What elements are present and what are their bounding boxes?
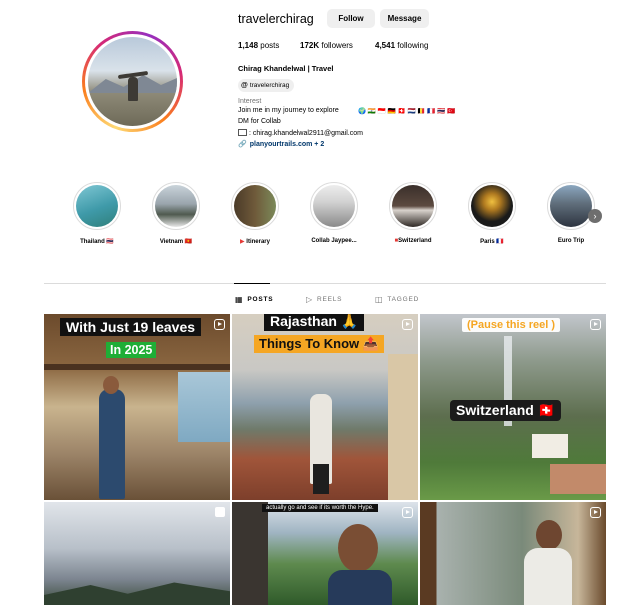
profile-username: travelerchirag: [238, 12, 314, 26]
tagged-icon: ◫: [375, 295, 384, 304]
reel-icon: [214, 319, 225, 330]
reel-icon: [402, 319, 413, 330]
post-caption: Rajasthan 🙏: [264, 314, 365, 331]
follow-button[interactable]: Follow: [327, 9, 375, 28]
post-tile[interactable]: (Pause this reel ) Switzerland 🇨🇭: [420, 314, 606, 500]
post-tile[interactable]: [420, 502, 606, 605]
post-tile[interactable]: [44, 502, 230, 605]
highlight-label: ▶ Itinerary: [240, 239, 270, 245]
post-tile[interactable]: Rajasthan 🙏 Things To Know 📤: [232, 314, 418, 500]
threads-handle: travelerchirag: [249, 82, 290, 89]
following-count[interactable]: 4,541 following: [375, 41, 428, 50]
post-caption: In 2025: [106, 342, 157, 358]
post-tile[interactable]: actually go and see if its worth the Hyp…: [232, 502, 418, 605]
tab-tagged[interactable]: ◫ TAGGED: [375, 295, 419, 304]
post-caption: actually go and see if its worth the Hyp…: [262, 504, 378, 512]
mail-icon: [238, 129, 247, 136]
reels-icon: ▷: [306, 295, 313, 304]
reel-icon: [590, 319, 601, 330]
followers-count[interactable]: 172K followers: [300, 41, 353, 50]
bio-line-2: DM for Collab: [238, 118, 281, 125]
highlight-switzerland[interactable]: ■Switzerland: [378, 182, 448, 244]
link-icon: 🔗: [238, 141, 247, 148]
bio-line-1: Join me in my journey to explore: [238, 107, 339, 114]
highlight-thailand[interactable]: Thailand 🇹🇭: [62, 182, 132, 245]
post-tile[interactable]: With Just 19 leaves In 2025: [44, 314, 230, 500]
highlight-paris[interactable]: Paris 🇫🇷: [457, 182, 527, 245]
profile-avatar[interactable]: [82, 31, 183, 132]
post-caption: Switzerland 🇨🇭: [450, 400, 562, 421]
highlight-label: Thailand 🇹🇭: [80, 239, 114, 245]
threads-badge[interactable]: @ travelerchirag: [238, 79, 295, 92]
highlight-label: Euro Trip: [557, 238, 585, 244]
avatar-border: [85, 34, 180, 129]
tabs-divider: [44, 283, 606, 284]
bio-email: : chirag.khandelwal2911@gmail.com: [238, 129, 363, 137]
profile-category: Interest: [238, 98, 262, 105]
tab-active-indicator: [234, 283, 270, 284]
highlight-label: Vietnam 🇻🇳: [159, 239, 193, 245]
post-caption: (Pause this reel ): [462, 318, 561, 332]
highlight-vietnam[interactable]: Vietnam 🇻🇳: [141, 182, 211, 245]
post-caption: Things To Know 📤: [254, 335, 384, 353]
grid-icon: ▦: [235, 295, 244, 304]
tab-reels[interactable]: ▷ REELS: [306, 295, 342, 304]
profile-link[interactable]: 🔗 planyourtrails.com + 2: [238, 140, 325, 149]
bio-flags: 🌍 🇮🇳 🇮🇩 🇩🇪 🇨🇭 🇳🇱 🇧🇪 🇫🇷 🇹🇭 🇹🇷: [358, 108, 456, 115]
chevron-right-icon[interactable]: ›: [588, 209, 602, 223]
message-button[interactable]: Message: [380, 9, 429, 28]
reel-icon: [590, 507, 601, 518]
highlight-label: Paris 🇫🇷: [480, 239, 504, 245]
highlight-label: ■Switzerland: [394, 238, 432, 244]
highlight-label: Collab Jaypee...: [311, 238, 357, 244]
highlight-itinerary[interactable]: ▶ Itinerary: [220, 182, 290, 245]
posts-count: 1,148 posts: [238, 41, 280, 50]
carousel-icon: [215, 507, 225, 517]
profile-full-name: Chirag Khandelwal | Travel: [238, 64, 334, 73]
post-caption: With Just 19 leaves: [60, 318, 202, 336]
threads-icon: @: [241, 82, 248, 89]
profile-link-text[interactable]: planyourtrails.com + 2: [250, 141, 325, 148]
reel-icon: [402, 507, 413, 518]
avatar-photo: [88, 37, 177, 126]
highlight-collab[interactable]: Collab Jaypee...: [299, 182, 369, 244]
tab-posts[interactable]: ▦ POSTS: [235, 295, 273, 304]
